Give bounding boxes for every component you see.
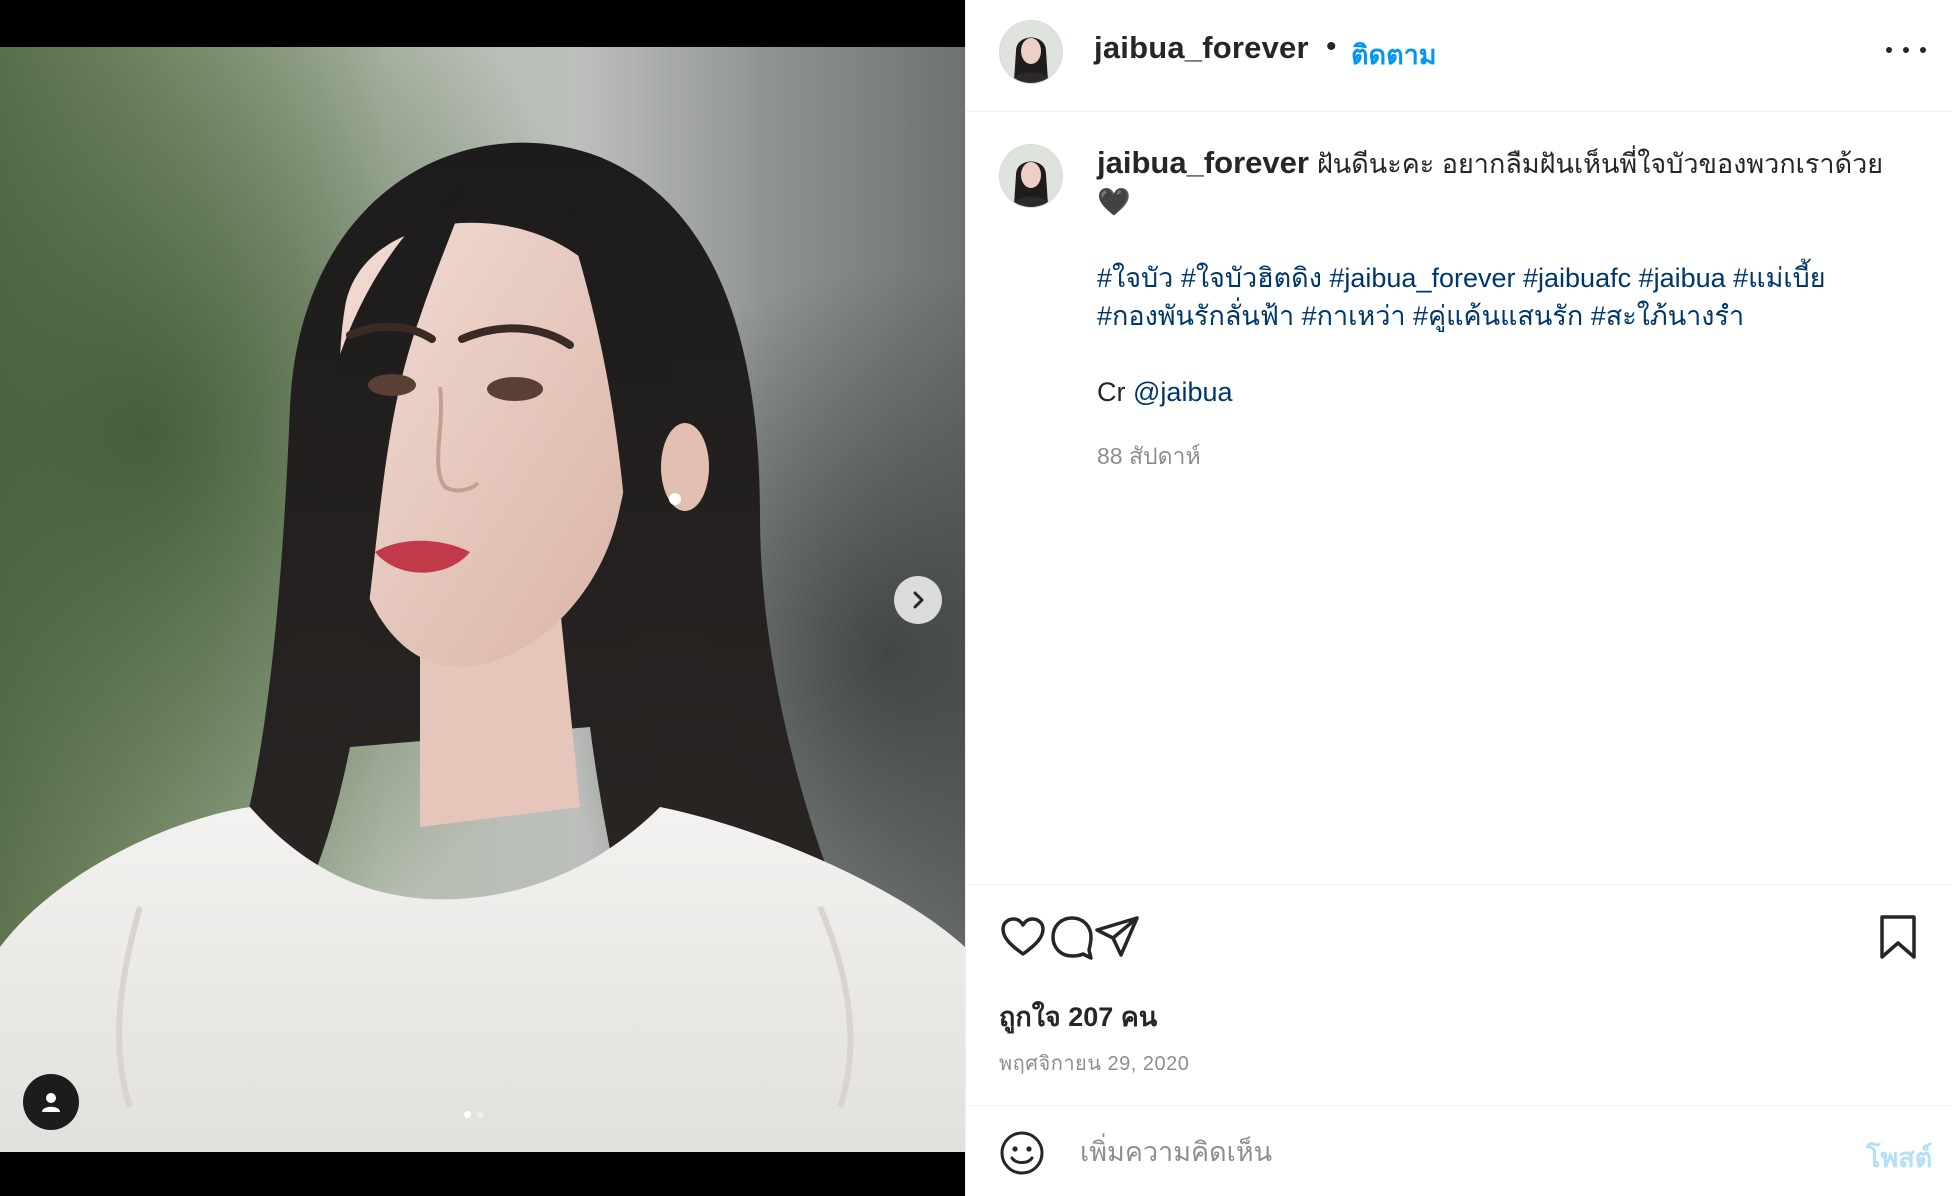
share-button[interactable]	[1093, 913, 1141, 966]
caption-text: jaibua_forever ฝันดีนะคะ อยากลืมฝันเห็นพี…	[1097, 144, 1917, 411]
header-separator: •	[1326, 30, 1337, 63]
more-dot	[1903, 47, 1909, 53]
author-avatar[interactable]	[999, 20, 1063, 84]
action-bar: ถูกใจ 207 คน พฤศจิกายน 29, 2020	[966, 884, 1952, 1106]
hashtags-line-2[interactable]: #กองพันรักลั่นฟ้า #กาเหว่า #คู่แค้นแสนรั…	[1097, 297, 1917, 335]
caption-section: jaibua_forever ฝันดีนะคะ อยากลืมฝันเห็นพี…	[966, 112, 1952, 884]
like-count[interactable]: ถูกใจ 207 คน	[999, 995, 1157, 1038]
post-media	[0, 0, 965, 1196]
post-sidebar: jaibua_forever • ติดตาม jaibua_forever ฝ…	[965, 0, 1952, 1196]
credit-mention[interactable]: @jaibua	[1133, 377, 1232, 407]
post-header: jaibua_forever • ติดตาม	[966, 0, 1952, 112]
comment-icon	[1051, 916, 1093, 960]
caption-body: ฝันดีนะคะ อยากลืมฝันเห็นพี่ใจบัวของพวกเร…	[1316, 149, 1884, 179]
like-button[interactable]	[999, 913, 1047, 966]
chevron-right-icon	[913, 591, 924, 609]
comment-button[interactable]	[1048, 913, 1096, 966]
person-tag-icon	[42, 1093, 60, 1112]
tagged-people-button[interactable]	[23, 1074, 79, 1130]
more-dot	[1920, 47, 1926, 53]
caption-time-ago[interactable]: 88 สัปดาห์	[1097, 439, 1201, 475]
comment-input[interactable]	[1078, 1128, 1782, 1176]
smiley-icon	[1000, 1131, 1044, 1175]
post-comment-button[interactable]: โพสต์	[1866, 1136, 1932, 1179]
credit-prefix: Cr	[1097, 377, 1126, 407]
carousel-indicator	[464, 1111, 484, 1118]
caption-avatar[interactable]	[999, 144, 1063, 208]
more-horizontal-icon	[1886, 47, 1892, 53]
carousel-next-button[interactable]	[894, 576, 942, 624]
caption-username[interactable]: jaibua_forever	[1097, 145, 1309, 180]
bookmark-icon	[1880, 915, 1916, 959]
comment-bar: โพสต์	[966, 1105, 1952, 1196]
share-icon	[1095, 916, 1139, 957]
follow-button[interactable]: ติดตาม	[1351, 33, 1437, 76]
carousel-dot-active	[464, 1111, 471, 1118]
post-photo[interactable]	[0, 47, 965, 1152]
author-username[interactable]: jaibua_forever	[1094, 30, 1309, 66]
carousel-dot	[477, 1111, 484, 1118]
heart-icon	[1001, 917, 1045, 956]
emoji-button[interactable]	[999, 1130, 1045, 1181]
more-options-button[interactable]	[1886, 38, 1926, 62]
post-date[interactable]: พฤศจิกายน 29, 2020	[999, 1047, 1189, 1079]
save-button[interactable]	[1876, 913, 1920, 966]
heart-emoji: 🖤	[1097, 187, 1131, 217]
hashtags-line-1[interactable]: #ใจบัว #ใจบัวฮิตดิง #jaibua_forever #jai…	[1097, 259, 1917, 297]
instagram-post: jaibua_forever • ติดตาม jaibua_forever ฝ…	[0, 0, 1952, 1196]
